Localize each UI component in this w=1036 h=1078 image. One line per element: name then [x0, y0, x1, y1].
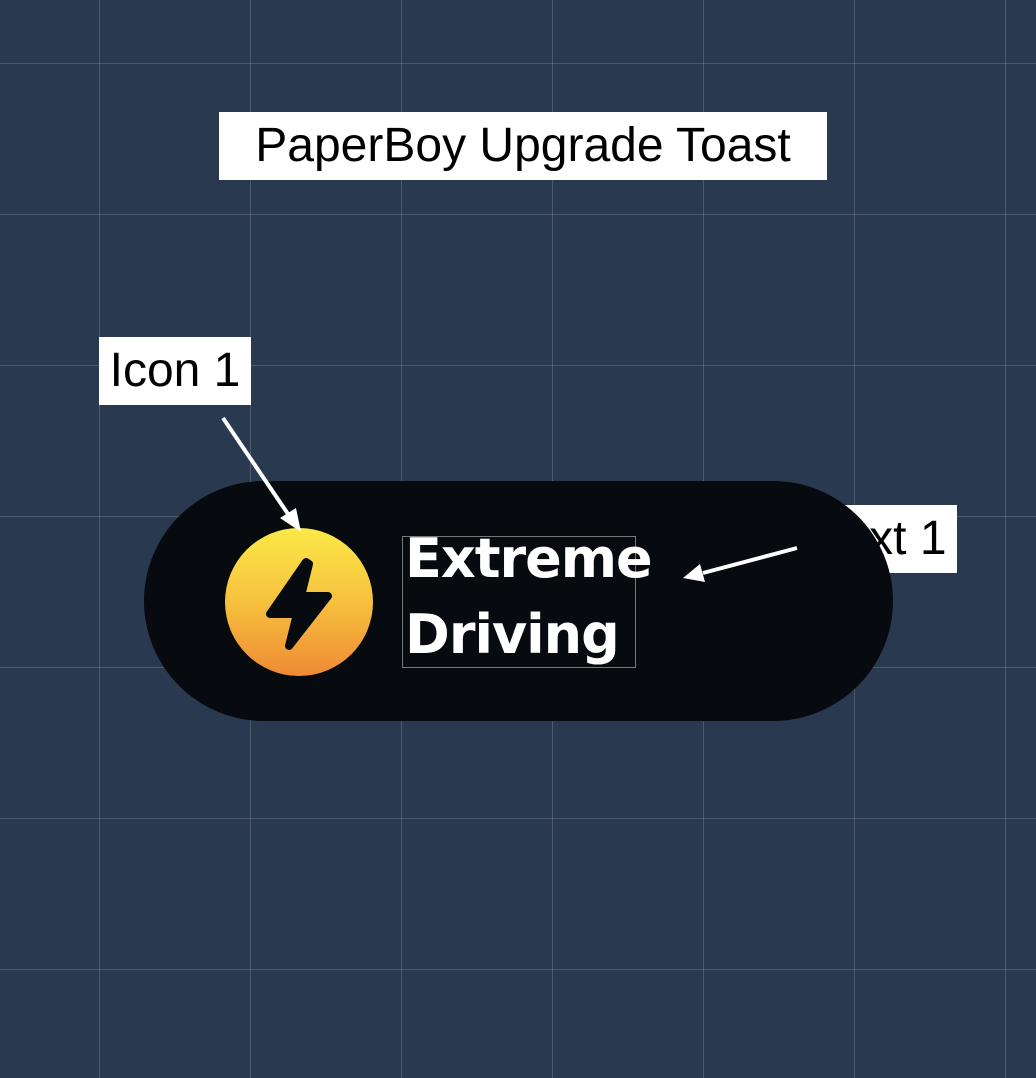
toast-text-line-1: Extreme	[405, 527, 653, 590]
lightning-bolt-glyph	[266, 558, 332, 650]
diagram-title: PaperBoy Upgrade Toast	[219, 112, 827, 180]
icon-annotation-label: Icon 1	[99, 337, 251, 405]
toast-text-line-2: Driving	[405, 603, 620, 666]
lightning-bolt-icon	[225, 528, 373, 676]
toast-text-box: Extreme Driving	[402, 527, 653, 668]
